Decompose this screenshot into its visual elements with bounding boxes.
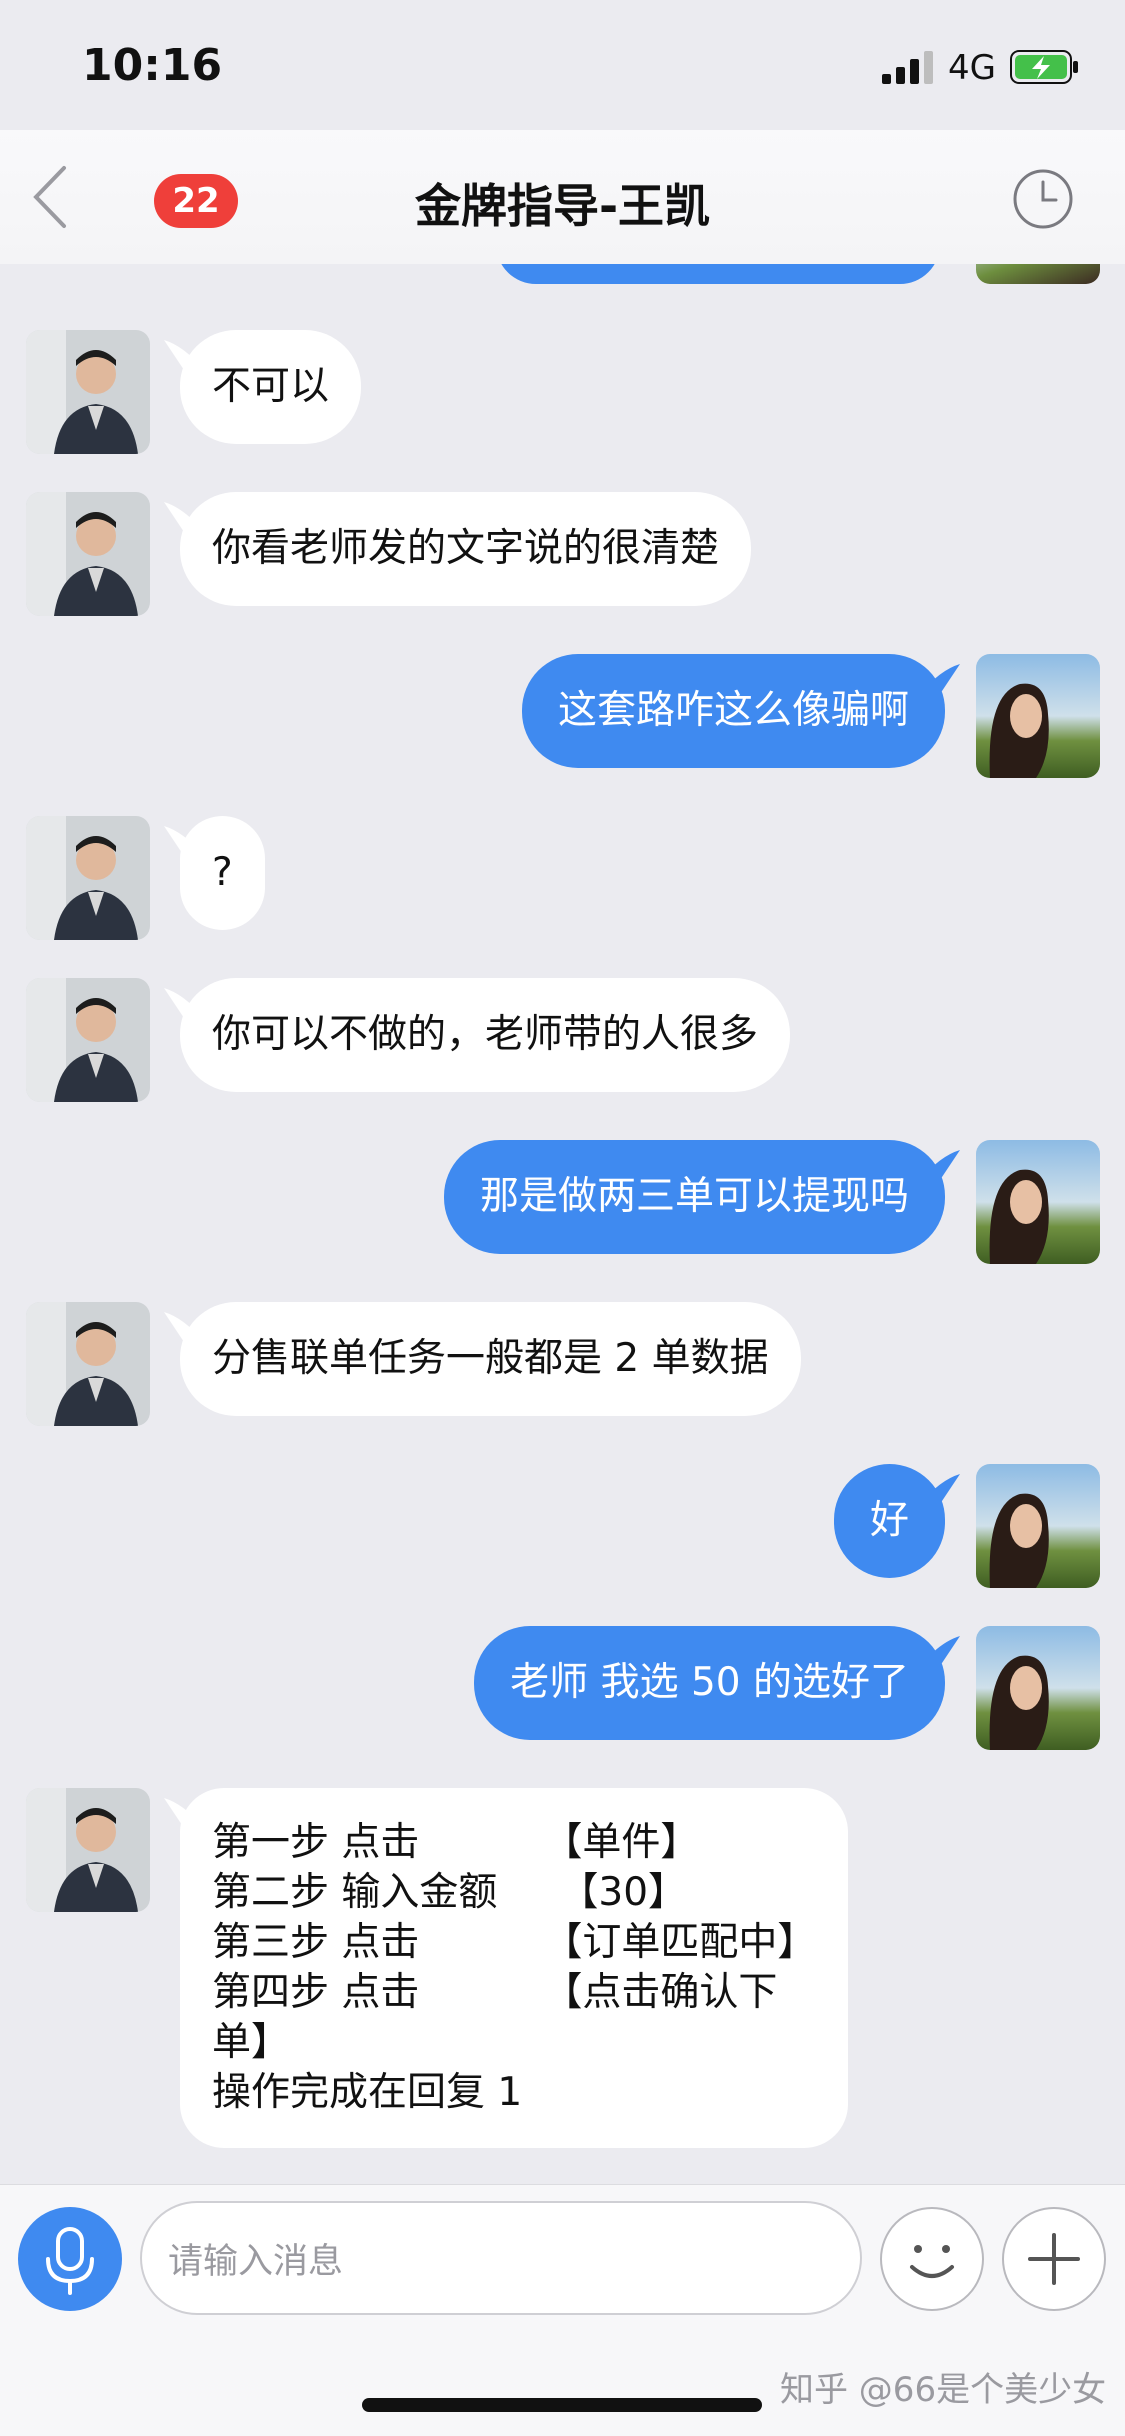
message-row: 这套路咋这么像骗啊 — [0, 654, 1125, 780]
message-row — [0, 264, 1125, 284]
avatar[interactable] — [26, 1302, 150, 1426]
message-row: ? — [0, 816, 1125, 942]
message-row: 那是做两三单可以提现吗 — [0, 1140, 1125, 1266]
network-label: 4G — [948, 48, 996, 88]
avatar[interactable] — [26, 330, 150, 454]
message-bubble: 分售联单任务一般都是 2 单数据 — [180, 1302, 801, 1416]
status-bar: 10:16 4G — [0, 0, 1125, 130]
message-bubble — [496, 264, 940, 284]
plus-button[interactable] — [1002, 2207, 1106, 2311]
message-bubble: ? — [180, 816, 265, 930]
message-bubble: 老师 我选 50 的选好了 — [474, 1626, 945, 1740]
battery-icon — [1010, 50, 1078, 84]
avatar[interactable] — [976, 1464, 1100, 1588]
home-area: 知乎 @66是个美少女 — [0, 2334, 1125, 2436]
signal-icon — [882, 51, 933, 84]
message-row: 你看老师发的文字说的很清楚 — [0, 492, 1125, 618]
watermark: 知乎 @66是个美少女 — [780, 2370, 1107, 2410]
avatar[interactable] — [26, 816, 150, 940]
avatar[interactable] — [26, 978, 150, 1102]
message-row: 老师 我选 50 的选好了 — [0, 1626, 1125, 1752]
message-input[interactable]: 请输入消息 — [140, 2201, 862, 2315]
bubble-tail — [920, 1474, 960, 1504]
mic-icon — [46, 2227, 94, 2295]
message-bubble: 这套路咋这么像骗啊 — [521, 654, 945, 768]
message-row: 不可以 — [0, 330, 1125, 456]
avatar[interactable] — [976, 1140, 1100, 1264]
message-input-placeholder: 请输入消息 — [168, 2242, 344, 2282]
avatar[interactable] — [976, 654, 1100, 778]
message-bubble: 第一步 点击 【单件】 第二步 输入金额 【30】 第三步 点击 【订单匹配中】… — [180, 1788, 849, 2148]
input-bar: 请输入消息 — [0, 2184, 1125, 2335]
nav-bar: 22 金牌指导-王凯 — [0, 130, 1125, 264]
emoji-icon — [910, 2245, 954, 2278]
clock-icon[interactable] — [1012, 168, 1074, 230]
message-bubble: 那是做两三单可以提现吗 — [443, 1140, 945, 1254]
avatar[interactable] — [26, 492, 150, 616]
message-bubble: 不可以 — [180, 330, 362, 444]
status-time: 10:16 — [82, 40, 223, 91]
message-row: 分售联单任务一般都是 2 单数据 — [0, 1302, 1125, 1428]
chat-list[interactable]: 不可以 你看老师发的文字说的很清楚 这套路咋这么像骗啊 ? 你可以不做的，老师带… — [0, 264, 1125, 2184]
voice-button[interactable] — [18, 2207, 122, 2311]
plus-icon — [1028, 2233, 1080, 2285]
message-row: 你可以不做的，老师带的人很多 — [0, 978, 1125, 1104]
message-row: 好 — [0, 1464, 1125, 1590]
home-indicator[interactable] — [362, 2398, 762, 2412]
emoji-button[interactable] — [880, 2207, 984, 2311]
bubble-tail — [920, 664, 960, 694]
message-bubble: 你看老师发的文字说的很清楚 — [180, 492, 752, 606]
page-title: 金牌指导-王凯 — [414, 179, 711, 233]
message-bubble: 你可以不做的，老师带的人很多 — [180, 978, 791, 1092]
message-row: 第一步 点击 【单件】 第二步 输入金额 【30】 第三步 点击 【订单匹配中】… — [0, 1788, 1125, 2158]
avatar[interactable] — [976, 264, 1100, 284]
avatar[interactable] — [976, 1626, 1100, 1750]
bubble-tail — [920, 1636, 960, 1666]
avatar[interactable] — [26, 1788, 150, 1912]
bubble-tail — [920, 1150, 960, 1180]
